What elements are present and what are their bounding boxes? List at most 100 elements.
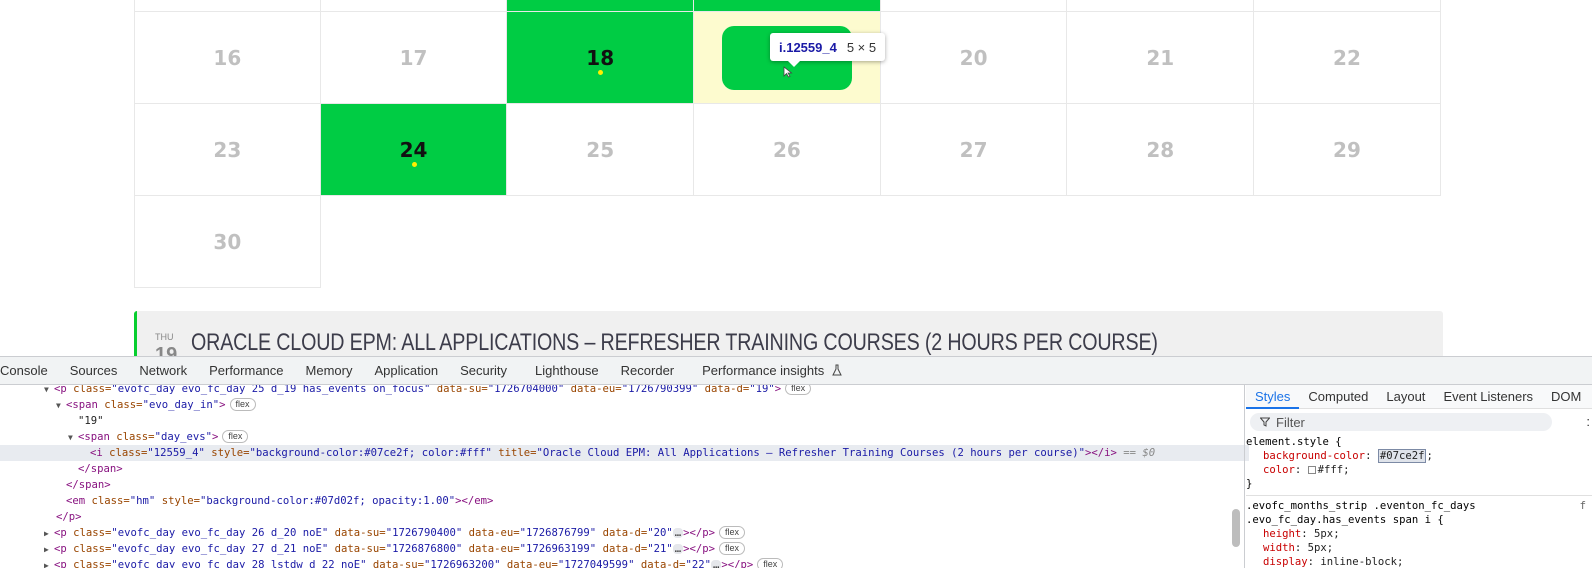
calendar-day-event[interactable] xyxy=(694,0,881,12)
tab-dom[interactable]: DOM xyxy=(1542,385,1590,409)
panel-splitter[interactable] xyxy=(1244,385,1245,568)
color-swatch-icon[interactable] xyxy=(1307,466,1316,474)
event-title[interactable]: ORACLE CLOUD EPM: ALL APPLICATIONS – REF… xyxy=(191,329,1158,356)
css-rules: element.style { background-color: #07ce2… xyxy=(1246,435,1592,568)
tab-sources[interactable]: Sources xyxy=(59,363,129,378)
expand-triangle-icon[interactable]: ▶ xyxy=(44,558,54,568)
calendar-day[interactable]: 26 xyxy=(694,104,881,196)
attr-value: "20" xyxy=(647,527,673,539)
rule-selector[interactable]: .evo_fc_day.has_events span i { xyxy=(1246,513,1592,527)
rule-selector[interactable]: .evofc_months_strip .eventon_fc_days f xyxy=(1246,499,1592,513)
tab-application[interactable]: Application xyxy=(363,363,449,378)
dom-node-line[interactable]: ▼ <span class="day_evs"> flex xyxy=(0,429,1249,445)
calendar-day[interactable] xyxy=(1254,0,1441,12)
calendar-day[interactable]: 22 xyxy=(1254,12,1441,104)
css-declaration[interactable]: height: 5px; xyxy=(1246,527,1592,541)
dom-close-line[interactable]: </p> xyxy=(0,509,1249,525)
tab-lighthouse[interactable]: Lighthouse xyxy=(524,363,610,378)
ellipsis-button[interactable]: … xyxy=(672,544,684,554)
tab-security[interactable]: Security xyxy=(449,363,518,378)
tab-styles[interactable]: Styles xyxy=(1246,385,1300,409)
tab-performance[interactable]: Performance xyxy=(198,363,294,378)
attr-value: "12559_4" xyxy=(147,447,205,459)
tab-performance-insights[interactable]: Performance insights xyxy=(691,363,853,378)
flex-badge[interactable]: flex xyxy=(719,526,746,539)
dom-node-line[interactable]: ▶ <p class="evofc_day evo_fc_day 28 lstdw… xyxy=(0,557,1249,568)
attr-value: "1726876799" xyxy=(519,527,597,539)
tag-close: </p> xyxy=(56,511,82,523)
flex-badge[interactable]: flex xyxy=(757,558,784,568)
calendar-day-event[interactable] xyxy=(507,0,695,12)
calendar-day[interactable]: 30 xyxy=(134,196,321,288)
calendar-day[interactable] xyxy=(880,0,1068,12)
css-declaration[interactable]: color: #fff; xyxy=(1246,463,1592,477)
dom-node-line-selected[interactable]: <i class="12559_4" style="background-col… xyxy=(0,445,1249,461)
property-name[interactable]: height xyxy=(1263,528,1301,540)
calendar-day[interactable]: 25 xyxy=(507,104,695,196)
source-link[interactable]: f xyxy=(1580,499,1586,513)
tab-recorder[interactable]: Recorder xyxy=(610,363,685,378)
calendar-day[interactable]: 21 xyxy=(1067,12,1255,104)
event-day-abbr: THU xyxy=(155,332,174,342)
dom-close-line[interactable]: </span> xyxy=(0,461,1249,477)
dom-node-line[interactable]: ▶ <p class="evofc_day evo_fc_day 27 d_21 … xyxy=(0,541,1249,557)
dom-close-line[interactable]: </span> xyxy=(0,477,1249,493)
calendar-day-event[interactable]: 24 xyxy=(320,104,508,196)
dom-node-line[interactable]: <em class="hm" style="background-color:#… xyxy=(0,493,1249,509)
filter-icon xyxy=(1260,417,1270,427)
attr-name: class= xyxy=(116,431,155,443)
property-name[interactable]: display xyxy=(1263,556,1308,568)
calendar-day[interactable] xyxy=(134,0,321,12)
property-name[interactable]: background-color xyxy=(1263,450,1365,462)
tab-layout[interactable]: Layout xyxy=(1377,385,1434,409)
filter-input[interactable]: Filter xyxy=(1250,413,1552,431)
rule-selector[interactable]: element.style { xyxy=(1246,435,1592,449)
css-declaration[interactable]: width: 5px; xyxy=(1246,541,1592,555)
ellipsis-button[interactable]: … xyxy=(711,560,722,568)
attr-value: "background-color:#07d02f; opacity:1.00" xyxy=(199,495,456,507)
css-declaration[interactable]: background-color: #07ce2f; xyxy=(1246,449,1592,463)
dom-node-line[interactable]: ▼ <span class="evo_day_in"> flex xyxy=(0,397,1249,413)
property-name[interactable]: color xyxy=(1263,464,1295,476)
ellipsis-button[interactable]: … xyxy=(672,528,684,538)
calendar-day[interactable]: 17 xyxy=(320,12,508,104)
flex-badge[interactable]: flex xyxy=(785,385,812,395)
flex-badge[interactable]: flex xyxy=(719,542,746,555)
event-list-item[interactable]: THU 19 ORACLE CLOUD EPM: ALL APPLICATION… xyxy=(134,311,1443,356)
calendar-day[interactable] xyxy=(320,0,508,12)
tab-event-listeners[interactable]: Event Listeners xyxy=(1434,385,1542,409)
elements-scrollbar[interactable] xyxy=(1232,509,1240,547)
attr-value: "evofc_day evo_fc_day 25 d_19 has_events… xyxy=(111,385,431,395)
calendar-day[interactable]: 16 xyxy=(134,12,321,104)
property-value[interactable]: inline-block xyxy=(1320,556,1397,568)
calendar-day[interactable]: 23 xyxy=(134,104,321,196)
calendar-day[interactable]: 29 xyxy=(1254,104,1441,196)
tab-computed[interactable]: Computed xyxy=(1299,385,1377,409)
expand-triangle-icon[interactable]: ▶ xyxy=(44,526,54,542)
calendar-day[interactable]: 20 xyxy=(880,12,1068,104)
tab-console[interactable]: Console xyxy=(0,363,59,378)
collapse-triangle-icon[interactable]: ▼ xyxy=(68,430,78,446)
property-value[interactable]: 5px xyxy=(1314,528,1333,540)
tab-memory[interactable]: Memory xyxy=(295,363,364,378)
property-name[interactable]: width xyxy=(1263,542,1295,554)
expand-triangle-icon[interactable]: ▶ xyxy=(44,542,54,558)
more-options-button[interactable]: : xyxy=(1586,414,1590,429)
css-declaration[interactable]: display: inline-block; xyxy=(1246,555,1592,568)
property-value[interactable]: 5px xyxy=(1308,542,1327,554)
collapse-triangle-icon[interactable]: ▼ xyxy=(56,398,66,414)
property-value[interactable]: #fff xyxy=(1318,464,1344,476)
elements-tree: ▼ <p class="evofc_day evo_fc_day 25 d_19 … xyxy=(0,385,1249,568)
calendar-day[interactable] xyxy=(1067,0,1255,12)
flex-badge[interactable]: flex xyxy=(222,430,249,443)
calendar-day[interactable]: 28 xyxy=(1067,104,1255,196)
dom-text-line[interactable]: "19" xyxy=(0,413,1249,429)
dom-node-line[interactable]: ▼ <p class="evofc_day evo_fc_day 25 d_19 … xyxy=(0,385,1249,397)
calendar-day-event[interactable]: 18 xyxy=(507,12,695,104)
attr-name: data-eu= xyxy=(564,385,622,395)
property-value[interactable]: #07ce2f xyxy=(1377,449,1427,463)
calendar-day[interactable]: 27 xyxy=(880,104,1068,196)
flex-badge[interactable]: flex xyxy=(229,398,256,411)
dom-node-line[interactable]: ▶ <p class="evofc_day evo_fc_day 26 d_20 … xyxy=(0,525,1249,541)
tab-network[interactable]: Network xyxy=(128,363,198,378)
